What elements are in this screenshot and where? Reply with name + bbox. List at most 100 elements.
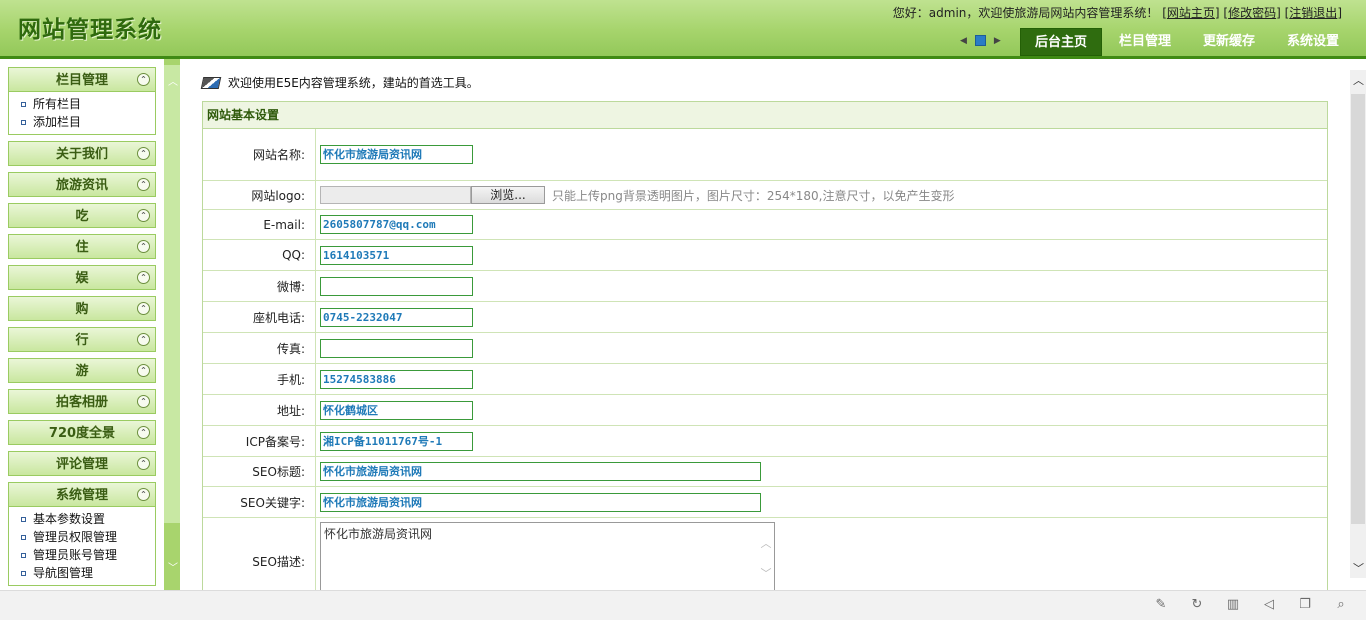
icp-input[interactable]: 湘ICP备11011767号-1 [320,431,473,451]
scroll-down-icon[interactable]: ﹀ [760,565,772,581]
scroll-down-icon[interactable]: ﹀ [1353,560,1364,576]
field-label: SEO关键字: [203,487,316,517]
site-name-input[interactable]: 怀化市旅游局资讯网 [320,145,473,164]
expand-icon[interactable]: ⌃ [137,426,150,439]
field-label: 传真: [203,333,316,363]
qq-input[interactable]: 1614103571 [320,245,473,265]
tab-update-cache[interactable]: 更新缓存 [1188,28,1270,56]
field-label: 地址: [203,395,316,425]
form-row-icp: ICP备案号: 湘ICP备11011767号-1 [203,426,1327,457]
scroll-up-icon[interactable]: ︿ [1353,72,1364,88]
sidebar-item-add-column[interactable]: 添加栏目 [21,113,155,131]
browser-status-bar: ✎ ↻ ▥ ◁ ❐ ⌕ [0,590,1366,620]
sidebar-menu-system-management[interactable]: 系统管理 ⌃ [8,482,156,507]
sidebar-item-all-columns[interactable]: 所有栏目 [21,95,155,113]
bullet-icon [21,534,26,540]
sidebar-item-basic-params[interactable]: 基本参数设置 [21,510,155,528]
tab-column-management[interactable]: 栏目管理 [1104,28,1186,56]
email-input[interactable]: 2605807787@qq.com [320,215,473,234]
sidebar-item-admin-permissions[interactable]: 管理员权限管理 [21,528,155,546]
sidebar-menu-panorama[interactable]: 720度全景 ⌃ [8,420,156,445]
seo-title-input[interactable]: 怀化市旅游局资讯网 [320,462,761,481]
sidebar-menu-entertainment[interactable]: 娱 ⌃ [8,265,156,290]
expand-icon[interactable]: ⌃ [137,178,150,191]
expand-icon[interactable]: ⌃ [137,457,150,470]
intro-line: 欢迎使用E5E内容管理系统，建站的首选工具。 [200,74,479,91]
field-label: 座机电话: [203,302,316,332]
speaker-icon[interactable]: ◁ [1262,598,1276,612]
home-link[interactable]: 网站主页 [1167,6,1215,20]
logout-link[interactable]: 注销退出 [1289,6,1337,20]
sidebar-menu-shopping[interactable]: 购 ⌃ [8,296,156,321]
bullet-icon [21,552,26,558]
search-icon[interactable]: ⌕ [1334,598,1348,612]
scrollbar-thumb[interactable] [1351,94,1365,524]
scroll-up-icon[interactable]: ︿ [760,535,772,551]
form-row-seo-title: SEO标题: 怀化市旅游局资讯网 [203,457,1327,487]
settings-panel: 网站基本设置 网站名称: 怀化市旅游局资讯网 网站logo: 浏览... 只能上… [202,101,1328,590]
seo-description-textarea[interactable]: 怀化市旅游局资讯网 ︿ ﹀ [320,522,775,590]
tab-dashboard[interactable]: 后台主页 [1020,28,1102,56]
field-label: ICP备案号: [203,426,316,456]
sidebar-item-admin-accounts[interactable]: 管理员账号管理 [21,546,155,564]
sidebar-menu-eat[interactable]: 吃 ⌃ [8,203,156,228]
expand-icon[interactable]: ⌃ [137,240,150,253]
form-row-seo-description: SEO描述: 怀化市旅游局资讯网 ︿ ﹀ [203,518,1327,590]
sidebar-menu-comments[interactable]: 评论管理 ⌃ [8,451,156,476]
sidebar: 栏目管理 ⌃ 所有栏目 添加栏目 关于我们 ⌃ 旅游资讯 ⌃ 吃 ⌃ 住 ⌃ 娱 ⌃ 购 ⌃ … [0,59,180,590]
sidebar-menu-photo-album[interactable]: 拍客相册 ⌃ [8,389,156,414]
main-content: 欢迎使用E5E内容管理系统，建站的首选工具。 网站基本设置 网站名称: 怀化市旅… [196,70,1350,590]
collapse-icon[interactable]: ⌃ [137,73,150,86]
pin-icon[interactable]: ✎ [1154,598,1168,612]
seo-keywords-input[interactable]: 怀化市旅游局资讯网 [320,492,761,512]
expand-icon[interactable]: ⌃ [137,271,150,284]
page-scrollbar[interactable]: ︿ ﹀ [1350,70,1366,578]
fax-input[interactable] [320,338,473,358]
next-arrow-icon[interactable]: ▶ [994,36,1001,46]
refresh-icon[interactable]: ↻ [1190,598,1204,612]
sidebar-menu-travel[interactable]: 行 ⌃ [8,327,156,352]
tab-system-settings[interactable]: 系统设置 [1272,28,1354,56]
phone-input[interactable]: 0745-2232047 [320,307,473,327]
change-password-link[interactable]: 修改密码 [1228,6,1276,20]
field-label: SEO描述: [203,518,316,590]
scroll-up-icon[interactable]: ︿ [168,73,178,88]
sidebar-menu-stay[interactable]: 住 ⌃ [8,234,156,259]
panel-title: 网站基本设置 [203,102,1327,129]
bullet-icon [21,119,26,125]
collapse-icon[interactable]: ⌃ [137,488,150,501]
main-tabs: 后台主页 栏目管理 更新缓存 系统设置 [1020,28,1356,56]
field-label: QQ: [203,240,316,270]
intro-text: 欢迎使用E5E内容管理系统，建站的首选工具。 [228,76,479,90]
book-icon [200,76,222,89]
sidebar-item-nav-images[interactable]: 导航图管理 [21,564,155,582]
mobile-input[interactable]: 15274583886 [320,369,473,389]
prev-arrow-icon[interactable]: ◀ [960,36,967,46]
expand-icon[interactable]: ⌃ [137,147,150,160]
sidebar-menu-about[interactable]: 关于我们 ⌃ [8,141,156,166]
book-icon[interactable] [974,35,986,46]
app-title: 网站管理系统 [18,16,162,43]
form-row-seo-keywords: SEO关键字: 怀化市旅游局资讯网 [203,487,1327,518]
scroll-down-icon[interactable]: ﹀ [168,559,178,574]
browse-button[interactable]: 浏览... [471,186,545,204]
window-icon[interactable]: ❐ [1298,598,1312,612]
sidebar-menu-tour[interactable]: 游 ⌃ [8,358,156,383]
expand-icon[interactable]: ⌃ [137,395,150,408]
field-label: 网站logo: [203,181,316,209]
sidebar-menu-travel-news[interactable]: 旅游资讯 ⌃ [8,172,156,197]
form-row-qq: QQ: 1614103571 [203,240,1327,271]
form-row-logo: 网站logo: 浏览... 只能上传png背景透明图片，图片尺寸：254*180… [203,181,1327,210]
weibo-input[interactable] [320,276,473,296]
logo-file-input[interactable] [320,186,471,204]
expand-icon[interactable]: ⌃ [137,333,150,346]
expand-icon[interactable]: ⌃ [137,302,150,315]
sidebar-menu-column-management[interactable]: 栏目管理 ⌃ [8,67,156,92]
expand-icon[interactable]: ⌃ [137,364,150,377]
sidebar-scrollbar[interactable]: ︿ ﹀ [164,59,180,590]
field-label: 微博: [203,271,316,301]
expand-icon[interactable]: ⌃ [137,209,150,222]
address-input[interactable]: 怀化鹤城区 [320,400,473,420]
form-row-email: E-mail: 2605807787@qq.com [203,210,1327,240]
trash-icon[interactable]: ▥ [1226,598,1240,612]
